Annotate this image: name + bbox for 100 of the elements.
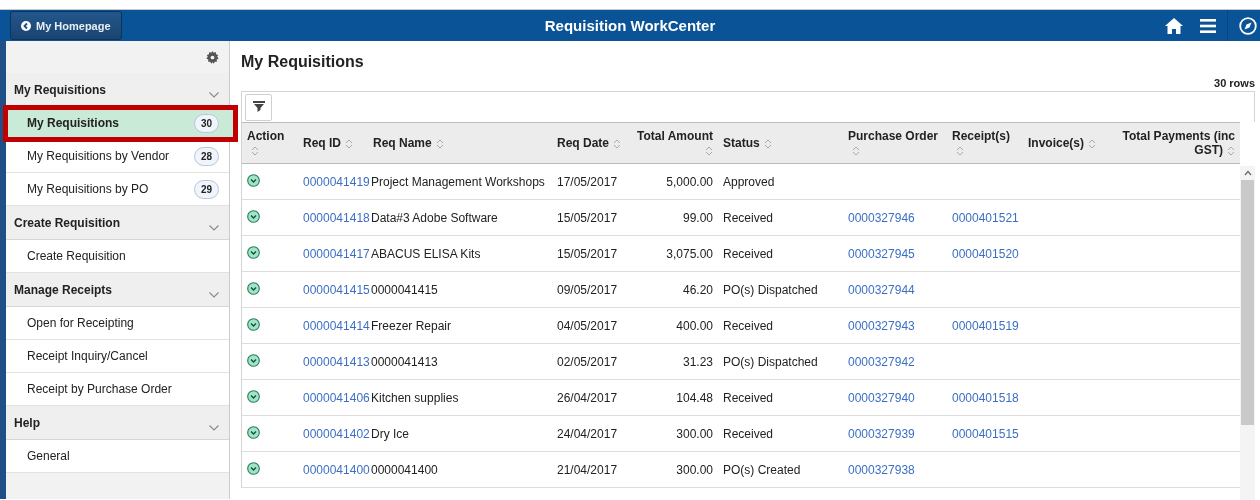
filter-icon (252, 101, 265, 113)
column-header[interactable]: Receipt(s) (947, 122, 1023, 164)
purchase-order-link[interactable]: 0000327944 (848, 282, 915, 297)
count-badge: 30 (193, 113, 219, 133)
row-action-icon[interactable] (247, 209, 260, 223)
req-id-link[interactable]: 0000041418 (303, 210, 370, 225)
table-cell: 31.23 (626, 343, 718, 380)
filter-button[interactable] (245, 93, 272, 121)
column-header[interactable]: Req Date (552, 122, 626, 164)
receipt-link[interactable]: 0000401518 (952, 390, 1019, 405)
row-action-icon[interactable] (247, 389, 260, 403)
row-action-icon[interactable] (247, 173, 260, 187)
scroll-up-icon[interactable] (1243, 170, 1252, 176)
purchase-order-link[interactable]: 0000327943 (848, 318, 915, 333)
window-title: Requisition WorkCenter (544, 17, 716, 34)
purchase-order-link[interactable]: 0000327940 (848, 390, 915, 405)
table-cell: 24/04/2017 (552, 415, 626, 452)
table-cell: 99.00 (626, 199, 718, 236)
table-cell: Received (718, 415, 843, 452)
receipt-link[interactable]: 0000401520 (952, 246, 1019, 261)
sidebar-item[interactable]: Open for Receipting (6, 307, 229, 340)
scrollbar-thumb[interactable] (1241, 180, 1254, 425)
req-id-link[interactable]: 0000041406 (303, 390, 370, 405)
req-id-link[interactable]: 0000041419 (303, 174, 370, 189)
table-cell: Freezer Repair (368, 307, 552, 344)
column-header[interactable]: Status (718, 122, 843, 164)
req-id-link[interactable]: 0000041414 (303, 318, 370, 333)
row-action-icon[interactable] (247, 461, 260, 475)
column-header[interactable]: Total Payments (inc GST) (1113, 122, 1240, 164)
sort-icon (956, 145, 964, 156)
table-cell: Project Management Workshops (368, 163, 552, 200)
table-cell: Approved (718, 163, 843, 200)
column-header[interactable]: Req Name (368, 122, 552, 164)
scrollbar[interactable] (1240, 166, 1255, 500)
count-badge: 29 (193, 179, 219, 199)
receipt-link[interactable]: 0000401519 (952, 318, 1019, 333)
item-label: Open for Receipting (27, 316, 134, 330)
column-header[interactable]: Purchase Order (843, 122, 947, 164)
receipt-link[interactable]: 0000401515 (952, 426, 1019, 441)
sidebar-item[interactable]: Create Requisition (6, 240, 229, 273)
count-badge: 28 (193, 146, 219, 166)
sidebar-item[interactable]: My Requisitions by Vendor 28 (6, 140, 229, 173)
sort-icon (705, 145, 713, 156)
table-cell: 15/05/2017 (552, 199, 626, 236)
item-label: General (27, 449, 70, 463)
table-cell: Received (718, 235, 843, 272)
table-cell: 400.00 (626, 307, 718, 344)
row-action-icon[interactable] (247, 281, 260, 295)
table-cell: 104.48 (626, 379, 718, 416)
row-action-icon[interactable] (247, 425, 260, 439)
receipt-link[interactable]: 0000401521 (952, 210, 1019, 225)
sidebar-item[interactable]: Receipt by Purchase Order (6, 373, 229, 406)
chevron-icon (209, 224, 219, 231)
table-cell: Dry Ice (368, 415, 552, 452)
sidebar-item[interactable]: My Requisitions by PO 29 (6, 173, 229, 206)
req-id-link[interactable]: 0000041415 (303, 282, 370, 297)
chevron-icon (209, 91, 219, 98)
column-header[interactable]: Total Amount (626, 122, 718, 164)
settings-icon[interactable] (206, 50, 219, 64)
purchase-order-link[interactable]: 0000327945 (848, 246, 915, 261)
table-cell: Data#3 Adobe Software (368, 199, 552, 236)
table-cell: 21/04/2017 (552, 451, 626, 488)
sort-icon (1088, 138, 1096, 149)
compass-icon[interactable] (1239, 16, 1257, 35)
row-action-icon[interactable] (247, 353, 260, 367)
home-icon[interactable] (1165, 17, 1183, 34)
table-cell: 04/05/2017 (552, 307, 626, 344)
sort-icon (1227, 145, 1235, 156)
item-label: Receipt by Purchase Order (27, 382, 172, 396)
column-header[interactable]: Invoice(s) (1023, 122, 1113, 164)
table-cell: PO(s) Dispatched (718, 271, 843, 308)
section-title: Help (14, 415, 40, 430)
sort-icon (251, 145, 259, 156)
back-button[interactable]: My Homepage (10, 11, 122, 40)
purchase-order-link[interactable]: 0000327942 (848, 354, 915, 369)
req-id-link[interactable]: 0000041402 (303, 426, 370, 441)
chevron-left-icon (21, 20, 31, 31)
purchase-order-link[interactable]: 0000327938 (848, 462, 915, 477)
table-cell: 0000041413 (368, 343, 552, 380)
row-action-icon[interactable] (247, 245, 260, 259)
row-action-icon[interactable] (247, 317, 260, 331)
purchase-order-link[interactable]: 0000327939 (848, 426, 915, 441)
sidebar-item[interactable]: My Requisitions 30 (5, 107, 236, 140)
purchase-order-link[interactable]: 0000327946 (848, 210, 915, 225)
sidebar-item[interactable]: Receipt Inquiry/Cancel (6, 340, 229, 373)
table-cell: 26/04/2017 (552, 379, 626, 416)
table-cell: 300.00 (626, 451, 718, 488)
column-header[interactable]: Action (242, 122, 298, 164)
sort-icon (345, 138, 353, 149)
column-header[interactable]: Req ID (298, 122, 368, 164)
sidebar-item[interactable]: General (6, 440, 229, 473)
item-label: Create Requisition (27, 249, 126, 263)
menu-icon[interactable] (1200, 18, 1216, 33)
item-label: My Requisitions by PO (27, 182, 149, 196)
table-cell: 5,000.00 (626, 163, 718, 200)
req-id-link[interactable]: 0000041413 (303, 354, 370, 369)
req-id-link[interactable]: 0000041400 (303, 462, 370, 477)
section-title: My Requisitions (14, 82, 106, 97)
req-id-link[interactable]: 0000041417 (303, 246, 370, 261)
chevron-icon (209, 424, 219, 431)
